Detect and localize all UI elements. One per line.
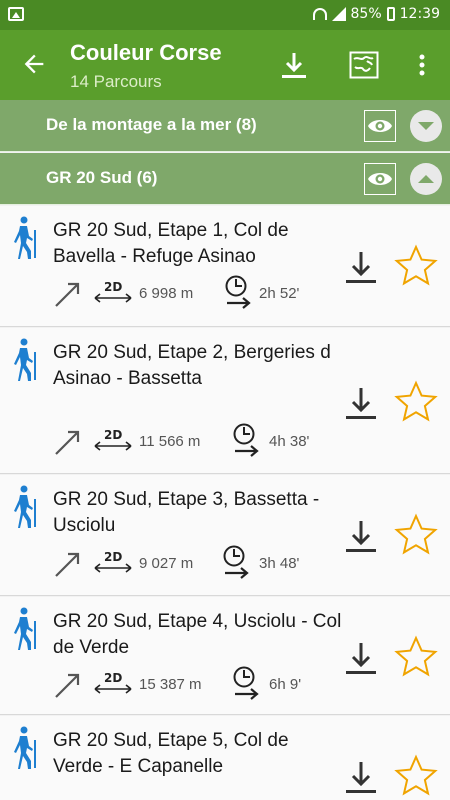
visibility-toggle-button[interactable] [364,110,396,142]
clock-icon [233,423,259,457]
chevron-up-icon [418,175,434,183]
ascent-arrow-icon [55,673,80,698]
app-bar: Couleur Corse 14 Parcours [0,30,450,100]
route-name: GR 20 Sud, Etape 1, Col de Bavella - Ref… [53,220,289,267]
svg-text:2D: 2D [104,671,122,685]
route-duration: 6h 9' [269,676,302,693]
svg-text:2D: 2D [104,428,122,442]
hiker-icon [14,726,36,769]
route-duration: 4h 38' [269,433,310,450]
download-icon[interactable] [344,641,378,677]
route-stats: 2D 6 998 m 2h 52' [53,275,353,313]
battery-percent: 85% [350,6,382,22]
favorite-star-icon[interactable] [394,754,438,798]
list-item[interactable]: GR 20 Sud, Etape 5, Col de Verde - E Cap… [0,716,450,800]
map-icon [349,51,379,79]
distance-2d-icon: 2D [94,280,132,303]
download-icon [282,53,306,78]
route-duration: 2h 52' [259,285,300,302]
download-icon[interactable] [344,760,378,796]
distance-2d-icon: 2D [94,428,132,451]
route-stats: 2D 15 387 m 6h 9' [53,666,353,704]
group-header[interactable]: GR 20 Sud (6) [0,153,450,205]
favorite-star-icon[interactable] [394,244,438,288]
list-item[interactable]: GR 20 Sud, Etape 2, Bergeries d Asinao -… [0,328,450,474]
signal-icon [331,7,346,21]
eye-icon [368,120,392,132]
clock-time: 12:39 [399,6,440,22]
favorite-star-icon[interactable] [394,635,438,679]
download-all-button[interactable] [277,48,311,82]
route-duration: 3h 48' [259,555,300,572]
eye-icon [368,173,392,185]
favorite-star-icon[interactable] [394,380,438,424]
map-view-button[interactable] [347,48,381,82]
image-notification-icon [8,7,24,21]
route-name: GR 20 Sud, Etape 2, Bergeries d Asinao -… [53,342,331,389]
route-distance: 6 998 m [139,285,194,302]
route-distance: 11 566 m [139,433,201,450]
route-name: GR 20 Sud, Etape 3, Bassetta - Usciolu [53,489,320,536]
ascent-arrow-icon [55,430,80,455]
back-arrow-icon[interactable] [20,50,48,78]
clock-icon [225,275,251,309]
ascent-arrow-icon [55,552,80,577]
hiker-icon [14,338,36,381]
hiker-icon [14,607,36,650]
download-icon[interactable] [344,386,378,422]
route-distance: 9 027 m [139,555,194,572]
group-header[interactable]: De la montage a la mer (8) [0,100,450,152]
route-name: GR 20 Sud, Etape 5, Col de Verde - E Cap… [53,730,289,777]
download-icon[interactable] [344,250,378,286]
expand-button[interactable] [410,110,442,142]
more-vertical-icon [419,54,425,76]
battery-icon [386,7,395,21]
hiker-icon [14,485,36,528]
list-item[interactable]: GR 20 Sud, Etape 4, Usciolu - Col de Ver… [0,597,450,715]
distance-2d-icon: 2D [94,671,132,694]
download-icon[interactable] [344,519,378,555]
route-name: GR 20 Sud, Etape 4, Usciolu - Col de Ver… [53,611,342,658]
route-distance: 15 387 m [139,676,202,693]
list-item[interactable]: GR 20 Sud, Etape 3, Bassetta - Usciolu 2… [0,475,450,596]
visibility-toggle-button[interactable] [364,163,396,195]
hiker-icon [14,216,36,259]
page-title: Couleur Corse [70,40,222,65]
ascent-arrow-icon [55,282,80,307]
clock-icon [223,545,249,579]
svg-text:2D: 2D [104,550,122,564]
group-title: De la montage a la mer (8) [46,115,257,134]
list-item[interactable]: GR 20 Sud, Etape 1, Col de Bavella - Ref… [0,206,450,327]
chevron-down-icon [418,122,434,130]
route-stats: 2D 11 566 m 4h 38' [53,423,353,461]
page-subtitle: 14 Parcours [70,72,162,91]
favorite-star-icon[interactable] [394,513,438,557]
route-stats: 2D 9 027 m 3h 48' [53,545,353,583]
wifi-icon [312,8,327,20]
clock-icon [233,666,259,700]
overflow-menu-button[interactable] [405,48,439,82]
svg-text:2D: 2D [104,280,122,294]
group-title: GR 20 Sud (6) [46,168,158,187]
collapse-button[interactable] [410,163,442,195]
distance-2d-icon: 2D [94,550,132,573]
status-bar: 85% 12:39 [0,0,450,30]
